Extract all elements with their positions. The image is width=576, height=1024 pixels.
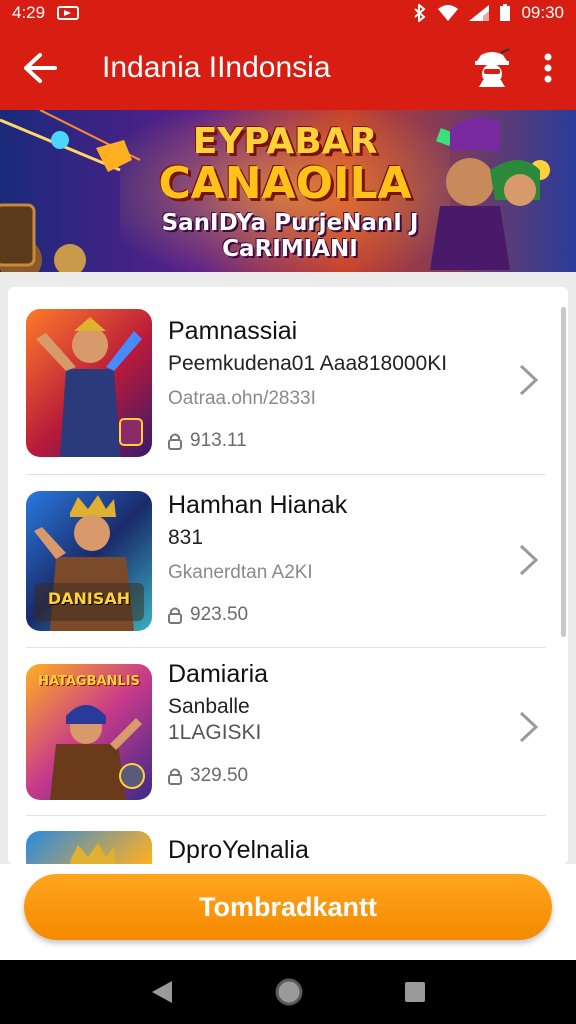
signal-icon: [469, 5, 490, 21]
chevron-right-icon: [519, 544, 539, 576]
back-button[interactable]: [0, 26, 80, 110]
list-item[interactable]: DANISAH Hamhan Hianak 831 Gkanerdtan A2K…: [8, 475, 568, 647]
wifi-icon: [438, 5, 459, 21]
list-item[interactable]: DproYelnalia: [8, 816, 568, 864]
list-item[interactable]: HATAGBANLIS Damiaria Sanballe 1LAGISKI 3…: [8, 648, 568, 814]
thumbnail-label: DANISAH: [47, 589, 131, 608]
game-thumbnail: HATAGBANLIS: [26, 664, 152, 800]
item-price: 923.50: [168, 604, 347, 626]
item-title: DproYelnalia: [168, 836, 309, 864]
character-artwork: [36, 317, 143, 457]
lock-icon: [168, 607, 182, 624]
item-description: Oatraa.ohn/2833I: [168, 388, 316, 409]
nav-recents-icon[interactable]: [404, 981, 426, 1003]
media-notification-icon: [57, 6, 80, 20]
profile-button[interactable]: [464, 26, 520, 110]
item-subtitle: Sanballe: [168, 695, 250, 718]
nav-home-icon[interactable]: [274, 977, 304, 1007]
item-title: Damiaria: [168, 660, 269, 688]
item-price-value: 923.50: [190, 604, 249, 625]
more-button[interactable]: [520, 26, 576, 110]
banner-title-line2: CANAOILA: [158, 158, 412, 209]
banner-title: EYPABAR CANAOILA: [150, 124, 420, 206]
battery-icon: [500, 4, 511, 21]
item-title: Hamhan Hianak: [168, 491, 348, 519]
more-vertical-icon: [544, 53, 552, 83]
chevron-right-icon: [519, 364, 539, 396]
item-subtitle: Peemkudena01 Aaa818000KI: [168, 352, 448, 375]
character-artwork: [34, 495, 144, 631]
status-bar: 4:29 09:30: [0, 0, 576, 26]
app-bar: Indania IIndonsia: [0, 26, 576, 110]
nav-back-icon[interactable]: [150, 979, 174, 1005]
list-item[interactable]: Pamnassiai Peemkudena01 Aaa818000KI Oatr…: [8, 287, 568, 473]
item-title: Pamnassiai: [168, 317, 298, 345]
primary-cta-button[interactable]: Tombradkantt: [24, 874, 552, 940]
bluetooth-icon: [414, 4, 427, 22]
item-price-value: 329.50: [190, 765, 249, 786]
promo-banner[interactable]: EYPABAR CANAOILA SanIDYa PurjeNanI J CaR…: [0, 110, 576, 272]
lock-icon: [168, 433, 182, 450]
chevron-right-icon: [519, 711, 539, 743]
banner-subtitle: SanIDYa PurjeNanI J CaRIMIANI: [161, 210, 419, 262]
status-time: 4:29: [12, 3, 46, 22]
arrow-left-icon: [24, 53, 57, 83]
item-description: Gkanerdtan A2KI: [168, 562, 313, 583]
item-description: 1LAGISKI: [168, 721, 262, 744]
bottom-action-area: Tombradkantt: [0, 864, 576, 960]
game-list: Pamnassiai Peemkudena01 Aaa818000KI Oatr…: [8, 287, 568, 864]
item-price-value: 913.11: [190, 430, 247, 451]
character-artwork: [70, 843, 116, 864]
game-thumbnail: [26, 831, 152, 864]
spy-avatar-icon: [475, 48, 510, 87]
lock-icon: [168, 768, 182, 785]
game-thumbnail: DANISAH: [26, 491, 152, 631]
game-thumbnail: [26, 309, 152, 457]
item-subtitle: 831: [168, 526, 204, 549]
item-price: 913.11: [168, 430, 447, 452]
page-title: Indania IIndonsia: [102, 51, 331, 84]
thumbnail-label: HATAGBANLIS: [38, 674, 140, 689]
status-clock: 09:30: [521, 3, 564, 22]
system-nav-bar: [0, 960, 576, 1024]
banner-title-line1: EYPABAR: [192, 121, 378, 162]
item-price: 329.50: [168, 765, 268, 787]
